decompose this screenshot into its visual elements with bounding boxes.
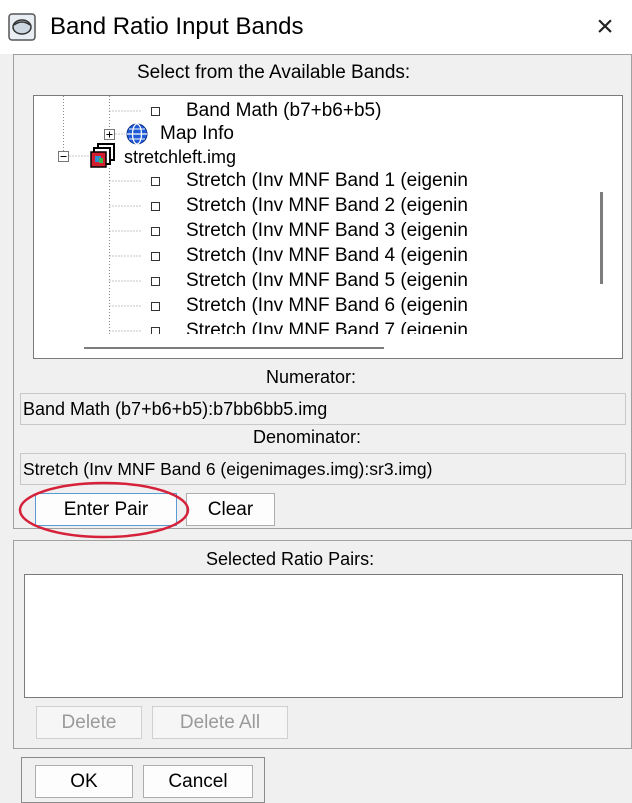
globe-icon <box>126 123 148 145</box>
cancel-button[interactable]: Cancel <box>143 765 253 798</box>
horizontal-scrollbar-thumb[interactable] <box>84 347 384 349</box>
tree-item-stretch-band-4[interactable]: Stretch (Inv MNF Band 4 (eigenin <box>186 244 468 268</box>
delete-button[interactable]: Delete <box>36 706 142 739</box>
tree-leaf-icon <box>151 252 160 261</box>
tree-leaf-icon <box>151 227 160 236</box>
selected-ratio-pairs-label: Selected Ratio Pairs: <box>206 549 375 569</box>
tree-leaf-icon <box>151 277 160 286</box>
tree-item-stretch-band-5[interactable]: Stretch (Inv MNF Band 5 (eigenin <box>186 269 468 293</box>
app-globe-icon <box>8 13 36 41</box>
window-title: Band Ratio Input Bands <box>50 13 304 40</box>
image-file-icon <box>90 143 115 168</box>
numerator-label: Numerator: <box>266 367 357 387</box>
close-icon[interactable]: × <box>586 0 624 54</box>
tree-item-stretch-band-2[interactable]: Stretch (Inv MNF Band 2 (eigenin <box>186 194 468 218</box>
tree-item-stretch-band-3[interactable]: Stretch (Inv MNF Band 3 (eigenin <box>186 219 468 243</box>
tree-leaf-icon <box>151 202 160 211</box>
tree-item-stretchleft-file[interactable]: stretchleft.img <box>124 145 236 169</box>
tree-item-stretch-band-1[interactable]: Stretch (Inv MNF Band 1 (eigenin <box>186 169 468 193</box>
tree-leaf-icon <box>151 107 160 116</box>
clear-button[interactable]: Clear <box>186 493 275 526</box>
vertical-scrollbar-thumb[interactable] <box>600 192 603 284</box>
horizontal-scrollbar[interactable] <box>34 334 622 358</box>
tree-leaf-icon <box>151 302 160 311</box>
tree-leaf-icon <box>151 177 160 186</box>
tree-expand-icon[interactable] <box>104 129 115 140</box>
selected-ratio-pairs-list[interactable] <box>24 574 623 698</box>
tree-item-band-math[interactable]: Band Math (b7+b6+b5) <box>186 99 381 123</box>
available-bands-label: Select from the Available Bands: <box>137 62 411 83</box>
highlight-ellipse <box>18 481 190 539</box>
tree-item-map-info[interactable]: Map Info <box>160 122 234 146</box>
delete-all-button[interactable]: Delete All <box>152 706 288 739</box>
tree-collapse-icon[interactable] <box>58 151 69 162</box>
ok-button[interactable]: OK <box>35 765 133 798</box>
tree-item-stretch-band-6[interactable]: Stretch (Inv MNF Band 6 (eigenin <box>186 294 468 318</box>
available-bands-tree[interactable]: Band Math (b7+b6+b5) Map Info stretchlef… <box>33 95 623 359</box>
numerator-field[interactable]: Band Math (b7+b6+b5):b7bb6bb5.img <box>20 393 626 425</box>
denominator-label: Denominator: <box>253 427 362 447</box>
title-bar: Band Ratio Input Bands × <box>0 0 632 54</box>
